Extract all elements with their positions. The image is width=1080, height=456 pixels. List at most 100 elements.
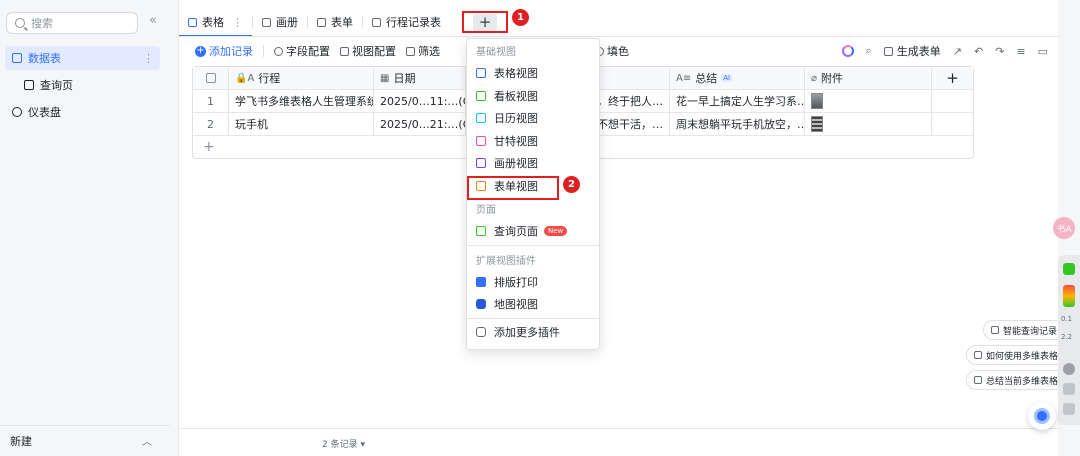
list-icon bbox=[974, 376, 982, 384]
share-icon[interactable]: ↗ bbox=[953, 45, 962, 58]
message-icon[interactable] bbox=[1063, 403, 1075, 415]
attachment-cell[interactable] bbox=[805, 90, 932, 112]
smart-query-button[interactable]: 智能查询记录 bbox=[983, 320, 1066, 340]
column-header-attachment[interactable]: ⌀ 附件 bbox=[805, 67, 932, 89]
divider bbox=[179, 36, 1059, 37]
row-height-icon[interactable]: ≡ bbox=[1016, 45, 1025, 58]
callout-badge: 2 bbox=[563, 176, 580, 193]
lock-text-icon: 🔒A bbox=[235, 72, 255, 84]
plus-circle-icon: + bbox=[195, 44, 206, 57]
new-button[interactable]: 新建 bbox=[10, 433, 32, 449]
tab-table[interactable]: 表格 ⋮ bbox=[179, 9, 252, 37]
menu-item-grid-view[interactable]: 表格视图 bbox=[467, 62, 599, 85]
menu-section-plugins: 扩展视图插件 bbox=[476, 255, 536, 267]
caret-down-icon: ▾ bbox=[360, 440, 365, 450]
undo-icon[interactable]: ↶ bbox=[974, 45, 983, 58]
more-icon[interactable]: ⋮ bbox=[143, 52, 154, 65]
filter-button[interactable]: 筛选 bbox=[406, 43, 440, 59]
menu-item-map-view[interactable]: 地图视图 bbox=[467, 293, 599, 316]
redo-icon[interactable]: ↷ bbox=[995, 45, 1004, 58]
battery-icon bbox=[1063, 285, 1075, 307]
attachment-thumbnail[interactable] bbox=[811, 93, 823, 109]
date-cell[interactable]: 2025/0…21:…(G… bbox=[374, 113, 466, 135]
trip-cell[interactable]: 学飞书多维表格人生管理系统 bbox=[229, 90, 374, 112]
form-icon bbox=[372, 17, 381, 27]
query-page-icon bbox=[24, 80, 34, 90]
add-field-button[interactable]: + bbox=[932, 67, 973, 89]
select-all-cell[interactable] bbox=[193, 67, 229, 89]
sidebar-item-datatable[interactable]: 数据表 ⋮ bbox=[5, 46, 160, 70]
column-header-date[interactable]: ▦ 日期 bbox=[374, 67, 466, 89]
column-header-trip[interactable]: 🔒A 行程 bbox=[229, 67, 374, 89]
summarize-button[interactable]: 总结当前多维表格 bbox=[966, 370, 1067, 390]
tab-form[interactable]: 表单 bbox=[308, 9, 362, 35]
plugin-icon bbox=[476, 326, 486, 337]
date-cell[interactable]: 2025/0…11:…(G… bbox=[374, 90, 466, 112]
menu-item-gantt-view[interactable]: 甘特视图 bbox=[467, 130, 599, 153]
header-label: 日期 bbox=[393, 72, 416, 85]
summary-cell[interactable]: 花一早上搞定人生学习系… bbox=[670, 90, 805, 112]
menu-item-gallery-view[interactable]: 画册视图 bbox=[467, 152, 599, 175]
view-config-button[interactable]: 视图配置 bbox=[340, 43, 396, 59]
tab-gallery[interactable]: 画册 bbox=[253, 9, 307, 35]
add-view-button[interactable]: + bbox=[462, 11, 508, 33]
menu-item-label: 地图视图 bbox=[494, 298, 538, 312]
menu-item-print-layout[interactable]: 排版打印 bbox=[467, 271, 599, 294]
sidebar-item-label: 数据表 bbox=[28, 52, 61, 65]
chevron-up-icon[interactable]: ︿ bbox=[142, 433, 152, 448]
sidebar-item-query-page[interactable]: 查询页 bbox=[5, 73, 160, 97]
tab-more-icon[interactable]: ⋮ bbox=[232, 16, 243, 29]
gantt-view-icon bbox=[476, 135, 486, 146]
menu-item-calendar-view[interactable]: 日历视图 bbox=[467, 107, 599, 130]
sidebar-item-dashboard[interactable]: 仪表盘 bbox=[5, 100, 160, 124]
search-input[interactable]: 搜索 bbox=[6, 12, 138, 34]
header-label: 行程 bbox=[258, 72, 281, 85]
shield-icon[interactable] bbox=[1063, 263, 1075, 275]
tab-label: 行程记录表 bbox=[386, 16, 441, 29]
attachment-cell[interactable] bbox=[805, 113, 932, 135]
how-to-use-button[interactable]: 如何使用多维表格 bbox=[966, 345, 1067, 365]
net-stat-up: 0.1 bbox=[1061, 315, 1073, 323]
field-config-button[interactable]: 字段配置 bbox=[274, 43, 330, 59]
ai-assistant-icon[interactable] bbox=[841, 45, 854, 57]
sidebar-footer: 新建 ︿ bbox=[0, 425, 170, 455]
menu-item-label: 甘特视图 bbox=[494, 134, 538, 148]
empty-cell bbox=[932, 113, 973, 135]
summarize-label: 总结当前多维表格 bbox=[986, 376, 1059, 387]
menu-item-query-page[interactable]: 查询页面 New bbox=[467, 220, 599, 243]
generate-form-button[interactable]: 生成表单 bbox=[883, 43, 941, 59]
grid-view-icon bbox=[476, 68, 486, 79]
fill-color-button[interactable]: 填色 bbox=[595, 41, 629, 61]
paperclip-icon: ⌀ bbox=[811, 72, 818, 84]
trip-cell[interactable]: 玩手机 bbox=[229, 113, 374, 135]
record-count[interactable]: 2 条记录 ▾ bbox=[322, 437, 365, 450]
add-record-label: 添加记录 bbox=[209, 45, 253, 58]
divider bbox=[263, 45, 264, 57]
gallery-icon bbox=[262, 17, 271, 27]
plus-icon: + bbox=[946, 69, 959, 87]
calendar-view-icon bbox=[476, 113, 486, 124]
column-header-summary[interactable]: A≡ 总结 AI bbox=[670, 67, 805, 89]
attachment-thumbnail[interactable] bbox=[811, 116, 823, 132]
checkbox[interactable] bbox=[205, 73, 216, 83]
add-record-button[interactable]: + 添加记录 bbox=[195, 43, 253, 59]
right-side-toolbar: 0.1 2.2 bbox=[1058, 255, 1080, 425]
summary-cell[interactable]: 周末想躺平玩手机放空，… bbox=[670, 113, 805, 135]
avatar[interactable]: 书A bbox=[1053, 217, 1075, 239]
calendar-icon: ▦ bbox=[380, 72, 390, 84]
menu-section-page: 页面 bbox=[476, 205, 496, 216]
plus-icon: + bbox=[203, 139, 215, 155]
chat-assistant-button[interactable] bbox=[1028, 402, 1056, 430]
fill-color-label: 填色 bbox=[607, 45, 629, 58]
menu-item-add-plugins[interactable]: 添加更多插件 bbox=[467, 321, 599, 344]
screenshot-icon[interactable] bbox=[1063, 383, 1075, 395]
menu-item-kanban-view[interactable]: 看板视图 bbox=[467, 85, 599, 108]
comment-icon[interactable]: ▭ bbox=[1038, 45, 1048, 58]
tab-trip-record[interactable]: 行程记录表 bbox=[363, 9, 450, 35]
settings-icon[interactable] bbox=[1063, 363, 1075, 375]
search-icon bbox=[15, 18, 25, 28]
form-icon bbox=[883, 46, 893, 56]
search-icon[interactable]: ⌕ bbox=[866, 44, 872, 58]
sidebar-item-label: 仪表盘 bbox=[28, 106, 61, 119]
collapse-sidebar-icon[interactable]: « bbox=[146, 13, 160, 31]
